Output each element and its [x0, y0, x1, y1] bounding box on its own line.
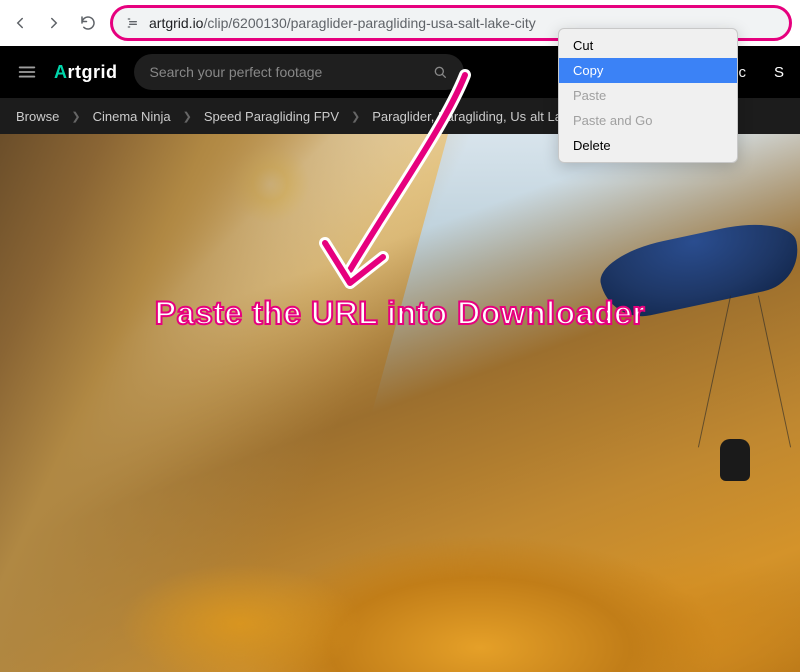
breadcrumb-item[interactable]: Browse	[16, 109, 59, 124]
menu-item-cut[interactable]: Cut	[559, 33, 737, 58]
url-text: artgrid.io/clip/6200130/paraglider-parag…	[149, 15, 536, 31]
search-icon	[432, 64, 448, 80]
site-settings-icon	[125, 15, 141, 31]
reload-button[interactable]	[76, 11, 100, 35]
nav-item[interactable]: S	[774, 64, 784, 81]
video-preview[interactable]	[0, 134, 800, 672]
top-nav-right: c S	[738, 64, 784, 81]
foliage-region	[0, 430, 800, 672]
back-button[interactable]	[8, 11, 32, 35]
chevron-right-icon: ❯	[183, 110, 192, 123]
forward-button[interactable]	[42, 11, 66, 35]
menu-item-paste: Paste	[559, 83, 737, 108]
search-placeholder: Search your perfect footage	[150, 64, 323, 80]
hamburger-menu[interactable]	[16, 61, 38, 83]
breadcrumb-item[interactable]: Cinema Ninja	[93, 109, 171, 124]
context-menu: Cut Copy Paste Paste and Go Delete	[558, 28, 738, 163]
arrow-left-icon	[11, 14, 29, 32]
logo-glyph: A	[54, 62, 68, 82]
chevron-right-icon: ❯	[351, 110, 360, 123]
paraglider-lines	[744, 294, 745, 449]
paraglider-pilot	[720, 439, 750, 481]
logo-text: rtgrid	[68, 62, 118, 82]
chevron-right-icon: ❯	[71, 110, 80, 123]
menu-item-delete[interactable]: Delete	[559, 133, 737, 158]
arrow-right-icon	[45, 14, 63, 32]
menu-item-paste-and-go: Paste and Go	[559, 108, 737, 133]
menu-icon	[16, 61, 38, 83]
reload-icon	[79, 14, 97, 32]
search-input[interactable]: Search your perfect footage	[134, 54, 464, 90]
nav-item[interactable]: c	[738, 64, 746, 81]
breadcrumb-item[interactable]: Paraglider, Paragliding, Us	[372, 109, 526, 124]
annotation-text: Paste the URL into Downloader	[155, 295, 645, 332]
menu-item-copy[interactable]: Copy	[559, 58, 737, 83]
breadcrumb-item[interactable]: Speed Paragliding FPV	[204, 109, 339, 124]
logo[interactable]: Artgrid	[54, 62, 118, 83]
